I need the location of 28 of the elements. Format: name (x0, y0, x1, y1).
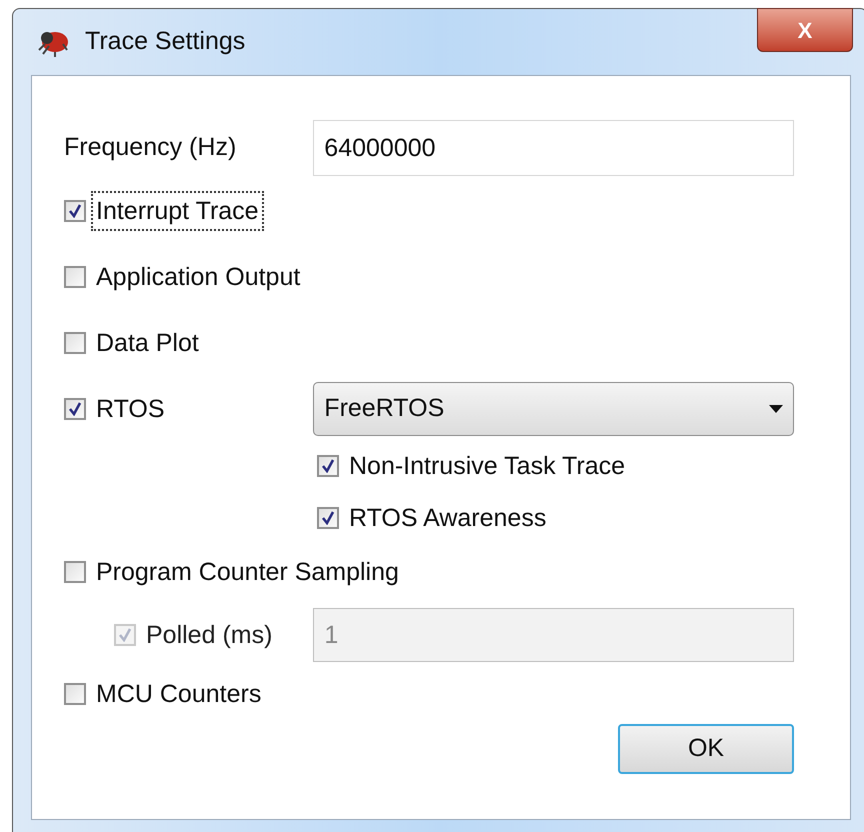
checkbox-label: Polled (ms) (145, 620, 274, 650)
checkbox[interactable] (64, 266, 86, 288)
window-title: Trace Settings (85, 26, 246, 58)
checkbox[interactable] (317, 455, 339, 477)
frequency-field[interactable]: 64000000 (313, 120, 794, 176)
checkbox-label: Data Plot (95, 328, 200, 358)
checkbox-label: Interrupt Trace (92, 192, 263, 230)
ok-button[interactable]: OK (618, 724, 794, 774)
checkbox[interactable] (64, 332, 86, 354)
checkmark-icon (68, 402, 82, 416)
checkbox-label: RTOS Awareness (348, 503, 548, 533)
checkmark-icon (321, 511, 335, 525)
checkbox-label: RTOS (95, 394, 166, 424)
checkbox[interactable] (317, 507, 339, 529)
frequency-label: Frequency (Hz) (64, 132, 238, 164)
checkmark-icon (68, 204, 82, 218)
checkbox[interactable] (64, 398, 86, 420)
checkbox[interactable] (64, 200, 86, 222)
checkmark-icon (321, 459, 335, 473)
checkbox[interactable] (64, 561, 86, 583)
dropdown-arrow-icon (769, 405, 783, 413)
rtos-dropdown[interactable]: FreeRTOS (313, 382, 794, 436)
checkbox[interactable] (64, 683, 86, 705)
checkbox-label: MCU Counters (95, 679, 262, 709)
checkbox-label: Non-Intrusive Task Trace (348, 451, 626, 481)
checkbox-label: Application Output (95, 262, 302, 292)
checkmark-icon (118, 628, 132, 642)
checkbox-label: Program Counter Sampling (95, 557, 400, 587)
